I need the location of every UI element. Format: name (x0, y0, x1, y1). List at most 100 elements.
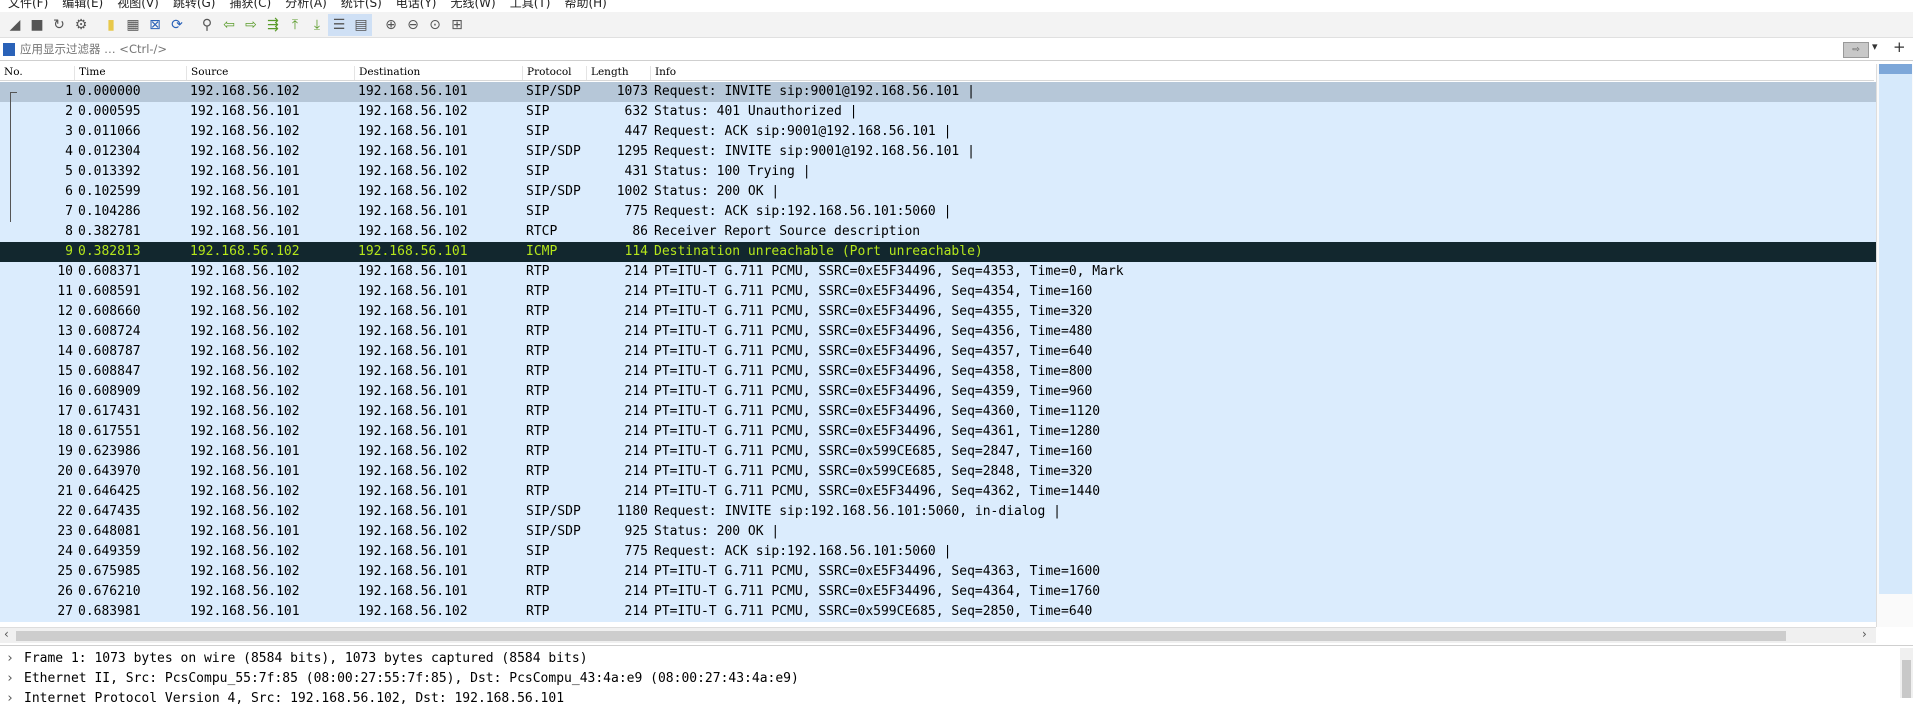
packet-source: 192.168.56.102 (190, 584, 300, 599)
packet-length: 214 (624, 284, 648, 299)
packet-row[interactable]: 19 0.623986 192.168.56.101 192.168.56.102 RT… (0, 442, 1876, 462)
scroll-right-icon[interactable]: › (1862, 627, 1867, 641)
packet-row[interactable]: 14 0.608787 192.168.56.102 192.168.56.101 RT… (0, 342, 1876, 362)
packet-row[interactable]: 25 0.675985 192.168.56.102 192.168.56.101 RT… (0, 562, 1876, 582)
packet-row[interactable]: 6 0.102599 192.168.56.101 192.168.56.102 SIP… (0, 182, 1876, 202)
open-file-icon[interactable]: ▮ (100, 14, 122, 36)
close-file-icon[interactable]: ⊠ (144, 14, 166, 36)
menu-item[interactable]: 文件(F) (8, 0, 48, 10)
menu-item[interactable]: 编辑(E) (62, 0, 103, 10)
packet-list-vertical-scrollbar[interactable] (1876, 64, 1913, 627)
menu-item[interactable]: 电话(Y) (396, 0, 437, 10)
menu-item[interactable]: 统计(S) (341, 0, 382, 10)
go-forward-icon[interactable]: ⇨ (240, 14, 262, 36)
details-vertical-scrollbar[interactable] (1900, 648, 1913, 698)
add-filter-button-icon[interactable]: + (1893, 38, 1906, 56)
packet-info: Request: INVITE sip:192.168.56.101:5060,… (654, 504, 1061, 519)
packet-time: 0.675985 (78, 564, 141, 579)
packet-row[interactable]: 4 0.012304 192.168.56.102 192.168.56.101 SIP… (0, 142, 1876, 162)
packet-destination: 192.168.56.101 (358, 324, 468, 339)
scrollbar-thumb[interactable] (16, 631, 1786, 641)
column-header-info[interactable]: Info (651, 66, 1874, 80)
packet-minimap[interactable] (1879, 74, 1912, 594)
column-header-protocol[interactable]: Protocol (523, 66, 587, 80)
packet-row[interactable]: 20 0.643970 192.168.56.101 192.168.56.102 RT… (0, 462, 1876, 482)
packet-number: 13 (57, 324, 73, 339)
packet-row[interactable]: 26 0.676210 192.168.56.102 192.168.56.101 RT… (0, 582, 1876, 602)
packet-row[interactable]: 3 0.011066 192.168.56.102 192.168.56.101 SIP… (0, 122, 1876, 142)
go-back-icon[interactable]: ⇦ (218, 14, 240, 36)
packet-row[interactable]: 27 0.683981 192.168.56.101 192.168.56.102 RT… (0, 602, 1876, 622)
packet-row[interactable]: 18 0.617551 192.168.56.102 192.168.56.101 RT… (0, 422, 1876, 442)
capture-options-icon[interactable]: ⚙ (70, 14, 92, 36)
menu-item[interactable]: 视图(V) (117, 0, 159, 10)
menu-item[interactable]: 分析(A) (285, 0, 327, 10)
toolbar-separator (372, 14, 380, 36)
chevron-down-icon[interactable]: ▾ (1872, 40, 1878, 53)
go-to-packet-icon[interactable]: ⇶ (262, 14, 284, 36)
packet-row[interactable]: 17 0.617431 192.168.56.102 192.168.56.101 RT… (0, 402, 1876, 422)
menu-item[interactable]: 无线(W) (451, 0, 496, 10)
packet-row[interactable]: 15 0.608847 192.168.56.102 192.168.56.101 RT… (0, 362, 1876, 382)
restart-capture-icon[interactable]: ↻ (48, 14, 70, 36)
colorize-icon[interactable]: ▤ (350, 13, 372, 36)
save-file-icon[interactable]: ▦ (122, 14, 144, 36)
scroll-left-icon[interactable]: ‹ (4, 627, 9, 641)
auto-scroll-icon[interactable]: ☰ (328, 13, 350, 36)
scrollbar-thumb[interactable] (1902, 660, 1911, 698)
packet-row[interactable]: 12 0.608660 192.168.56.102 192.168.56.101 RT… (0, 302, 1876, 322)
packet-source: 192.168.56.102 (190, 304, 300, 319)
chevron-right-icon[interactable]: › (6, 649, 14, 669)
packet-number: 18 (57, 424, 73, 439)
packet-source: 192.168.56.102 (190, 344, 300, 359)
apply-filter-icon[interactable]: ⇨ (1843, 42, 1869, 58)
packet-length: 214 (624, 604, 648, 619)
display-filter-input[interactable] (20, 40, 1840, 58)
packet-info: Request: ACK sip:192.168.56.101:5060 | (654, 204, 952, 219)
reload-file-icon[interactable]: ⟳ (166, 14, 188, 36)
packet-row[interactable]: 23 0.648081 192.168.56.101 192.168.56.102 SI… (0, 522, 1876, 542)
stop-capture-icon[interactable]: ■ (26, 14, 48, 36)
menu-item[interactable]: 捕获(C) (229, 0, 271, 10)
go-last-packet-icon[interactable]: ⤓ (306, 14, 328, 36)
menu-item[interactable]: 帮助(H) (564, 0, 606, 10)
packet-row[interactable]: 5 0.013392 192.168.56.101 192.168.56.102 SIP… (0, 162, 1876, 182)
packet-row[interactable]: 9 0.382813 192.168.56.102 192.168.56.101 ICM… (0, 242, 1876, 262)
packet-list-horizontal-scrollbar[interactable]: ‹ › (0, 627, 1876, 643)
packet-row[interactable]: 22 0.647435 192.168.56.102 192.168.56.101 SI… (0, 502, 1876, 522)
chevron-right-icon[interactable]: › (6, 689, 14, 709)
shark-fin-start-icon[interactable]: ◢ (4, 14, 26, 36)
packet-row[interactable]: 13 0.608724 192.168.56.102 192.168.56.101 RT… (0, 322, 1876, 342)
packet-source: 192.168.56.102 (190, 384, 300, 399)
packet-time: 0.000000 (78, 84, 141, 99)
packet-row[interactable]: 7 0.104286 192.168.56.102 192.168.56.101 SIP… (0, 202, 1876, 222)
column-header-source[interactable]: Source (187, 66, 355, 80)
resize-columns-icon[interactable]: ⊞ (446, 14, 468, 36)
packet-info: PT=ITU-T G.711 PCMU, SSRC=0x599CE685, Se… (654, 604, 1093, 619)
column-header-destination[interactable]: Destination (355, 66, 523, 80)
column-header-no[interactable]: No. (0, 66, 75, 80)
chevron-right-icon[interactable]: › (6, 669, 14, 689)
packet-row[interactable]: 10 0.608371 192.168.56.102 192.168.56.101 RT… (0, 262, 1876, 282)
packet-row[interactable]: 8 0.382781 192.168.56.101 192.168.56.102 RTC… (0, 222, 1876, 242)
packet-protocol: RTP (526, 304, 550, 319)
menu-item[interactable]: 跳转(G) (173, 0, 216, 10)
column-header-time[interactable]: Time (75, 66, 187, 80)
packet-time: 0.608909 (78, 384, 141, 399)
go-first-packet-icon[interactable]: ⤒ (284, 14, 306, 36)
zoom-normal-icon[interactable]: ⊙ (424, 14, 446, 36)
zoom-in-icon[interactable]: ⊕ (380, 14, 402, 36)
packet-row[interactable]: 21 0.646425 192.168.56.102 192.168.56.101 RT… (0, 482, 1876, 502)
packet-row[interactable]: 24 0.649359 192.168.56.102 192.168.56.101 SI… (0, 542, 1876, 562)
scrollbar-thumb[interactable] (1879, 64, 1912, 74)
packet-row[interactable]: 11 0.608591 192.168.56.102 192.168.56.101 RT… (0, 282, 1876, 302)
bookmark-icon[interactable] (3, 43, 15, 56)
packet-row[interactable]: 1 0.000000 192.168.56.102 192.168.56.101 SIP… (0, 82, 1876, 103)
menu-item[interactable]: 工具(T) (510, 0, 551, 10)
find-packet-icon[interactable]: ⚲ (196, 14, 218, 36)
packet-row[interactable]: 16 0.608909 192.168.56.102 192.168.56.101 RT… (0, 382, 1876, 402)
packet-row[interactable]: 2 0.000595 192.168.56.101 192.168.56.102 SIP… (0, 102, 1876, 122)
packet-number: 10 (57, 264, 73, 279)
column-header-length[interactable]: Length (587, 66, 651, 80)
zoom-out-icon[interactable]: ⊖ (402, 14, 424, 36)
